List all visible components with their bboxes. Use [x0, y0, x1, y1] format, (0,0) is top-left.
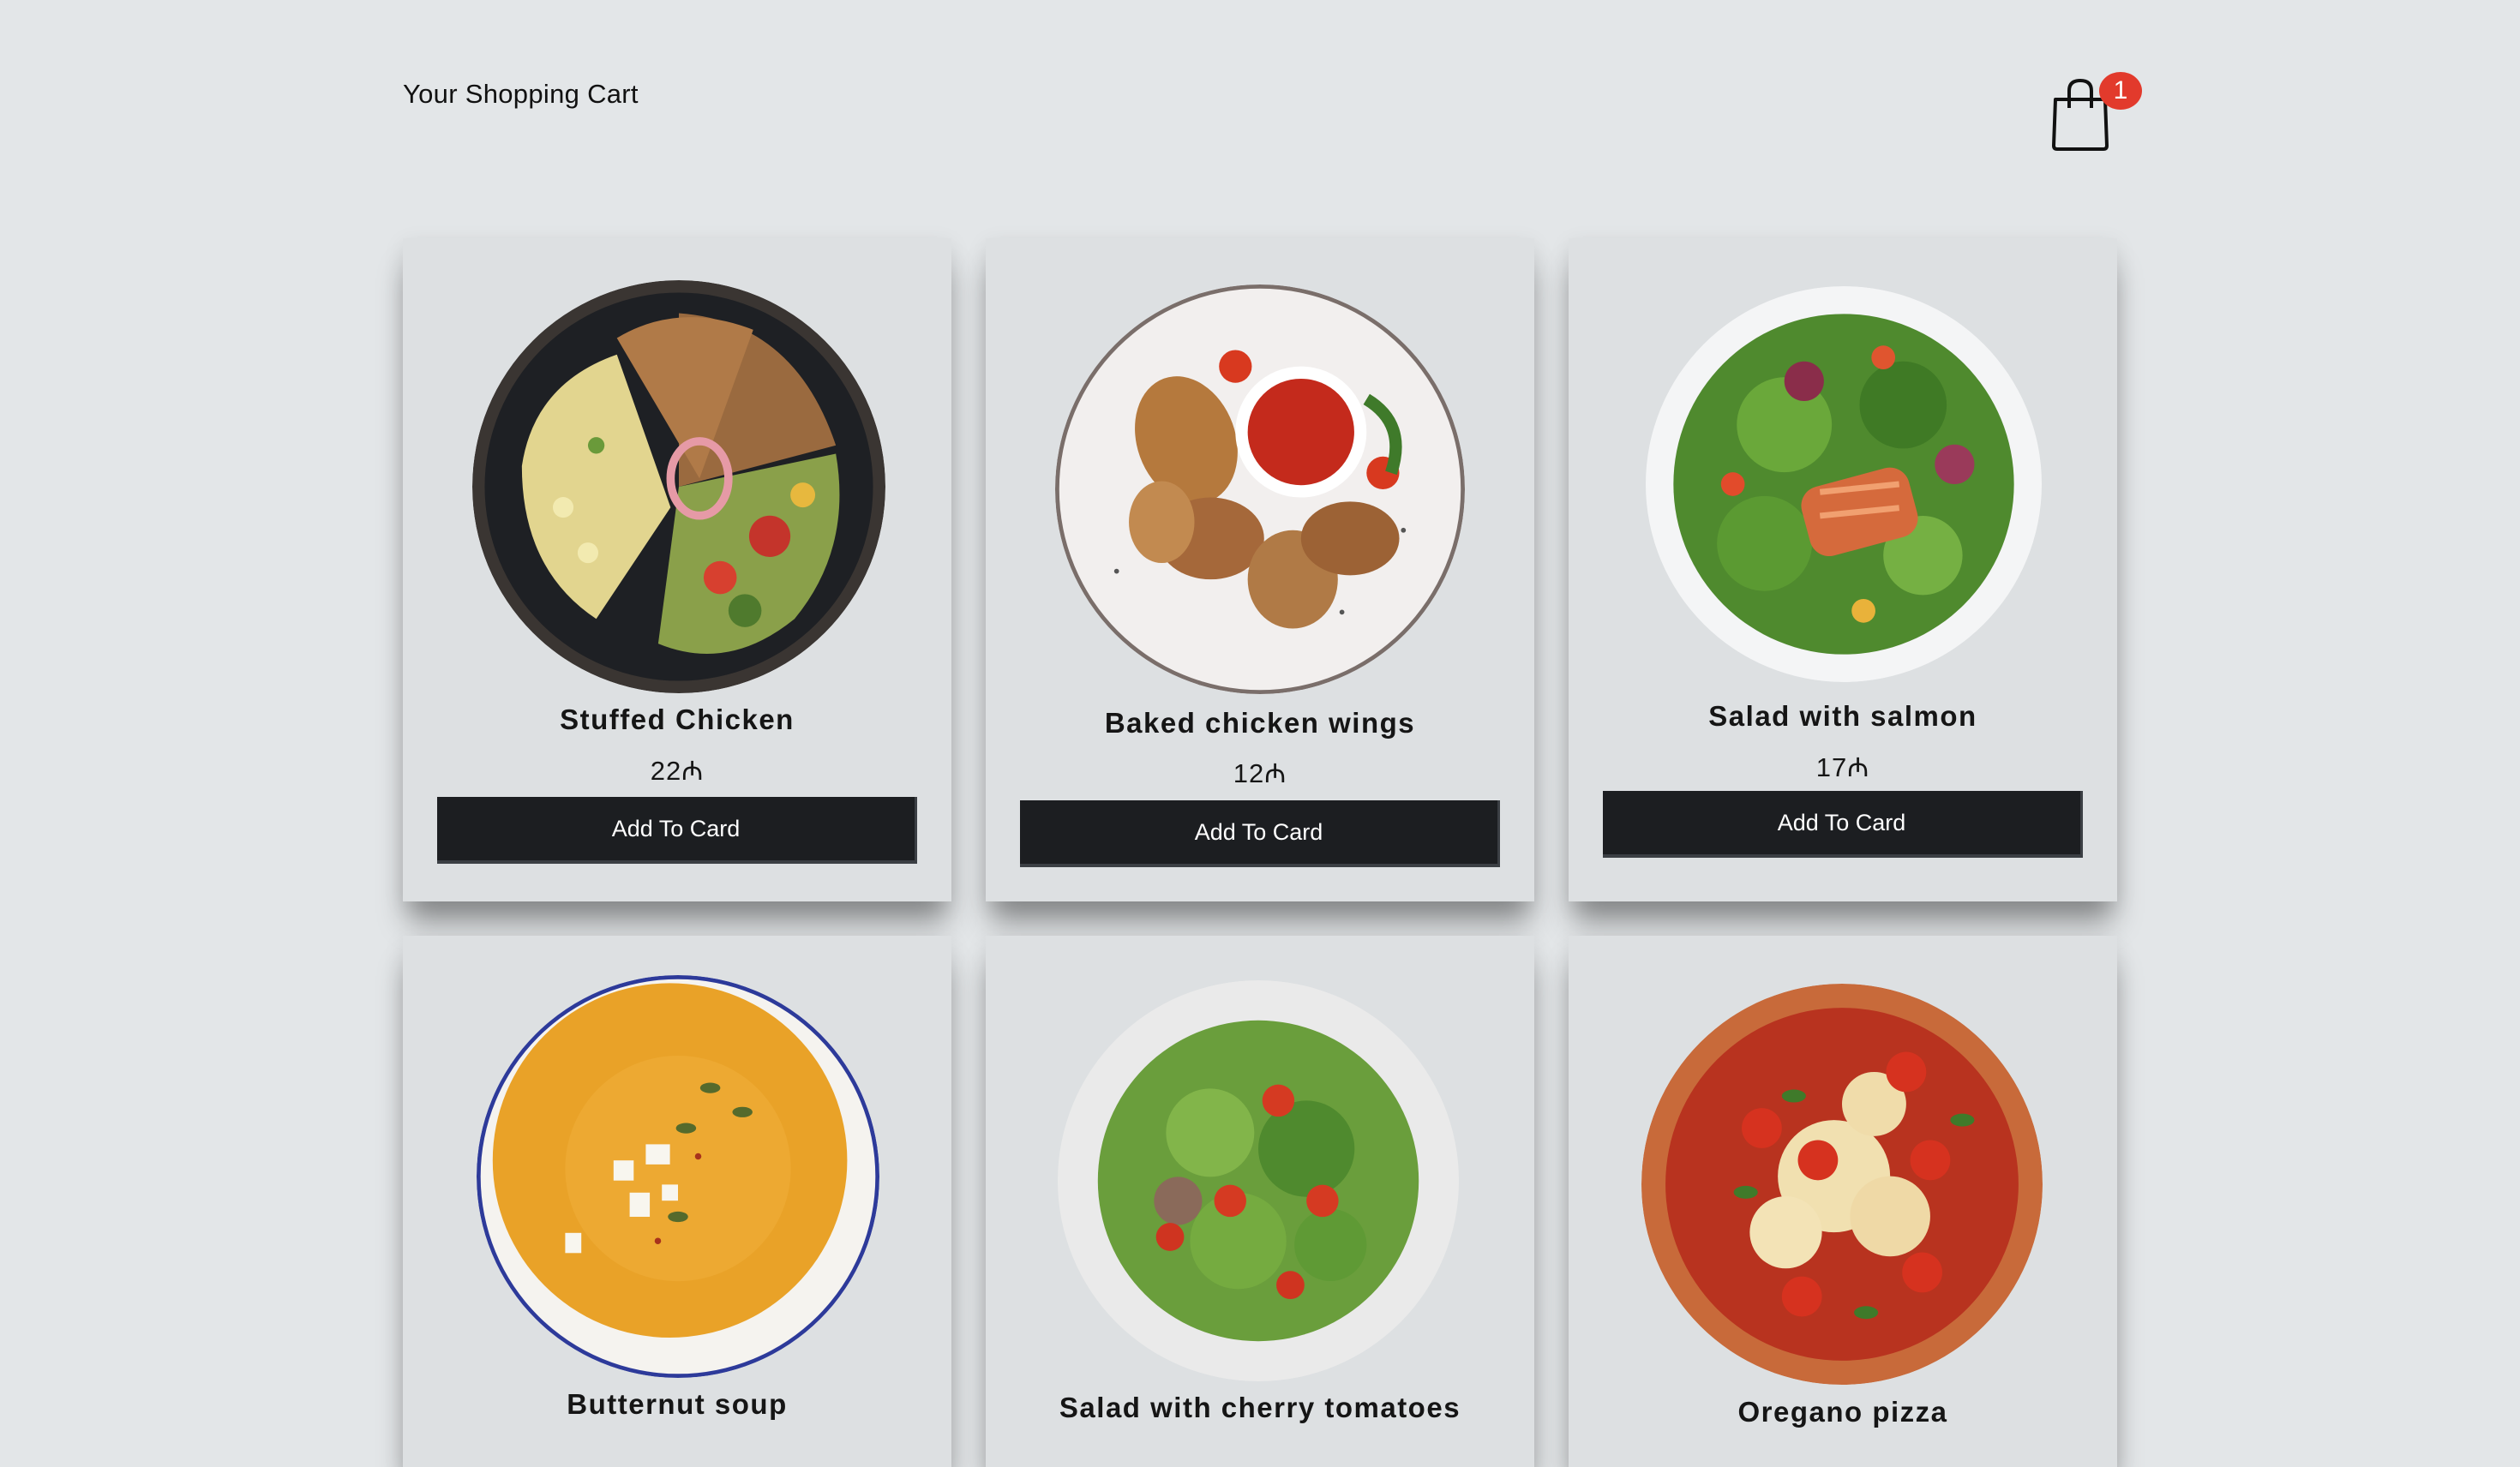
stuffed-chicken-image — [472, 280, 885, 693]
cart-count-badge: 1 — [2099, 72, 2142, 110]
product-price: 22₼ — [650, 756, 705, 786]
product-card: Butternut soup — [403, 936, 951, 1467]
add-to-cart-button[interactable]: Add To Card — [437, 797, 917, 864]
product-name: Stuffed Chicken — [560, 704, 795, 735]
product-name: Butternut soup — [567, 1388, 788, 1420]
product-card: Baked chicken wings 12₼ Add To Card — [986, 238, 1534, 901]
oregano-pizza-image — [1641, 984, 2043, 1385]
product-card: Salad with cherry tomatoes — [986, 936, 1534, 1467]
baked-chicken-wings-image — [1055, 284, 1465, 694]
page-title: Your Shopping Cart — [403, 79, 639, 109]
salad-with-cherry-tomatoes-image — [1056, 980, 1461, 1381]
product-price: 12₼ — [1233, 758, 1287, 788]
product-card: Stuffed Chicken 22₼ Add To Card — [403, 238, 951, 901]
product-name: Baked chicken wings — [1104, 707, 1416, 739]
add-to-cart-button[interactable]: Add To Card — [1603, 791, 2083, 858]
product-price: 17₼ — [1815, 752, 1870, 782]
product-card: Salad with salmon 17₼ Add To Card — [1569, 238, 2117, 901]
butternut-soup-image — [477, 975, 879, 1378]
salad-with-salmon-image — [1641, 286, 2046, 682]
product-card: Oregano pizza — [1569, 936, 2117, 1467]
add-to-cart-button[interactable]: Add To Card — [1020, 800, 1500, 867]
product-name: Salad with cherry tomatoes — [1059, 1392, 1461, 1423]
cart-button[interactable]: 1 — [2050, 72, 2142, 151]
product-name: Oregano pizza — [1737, 1396, 1948, 1428]
product-name: Salad with salmon — [1708, 700, 1977, 732]
